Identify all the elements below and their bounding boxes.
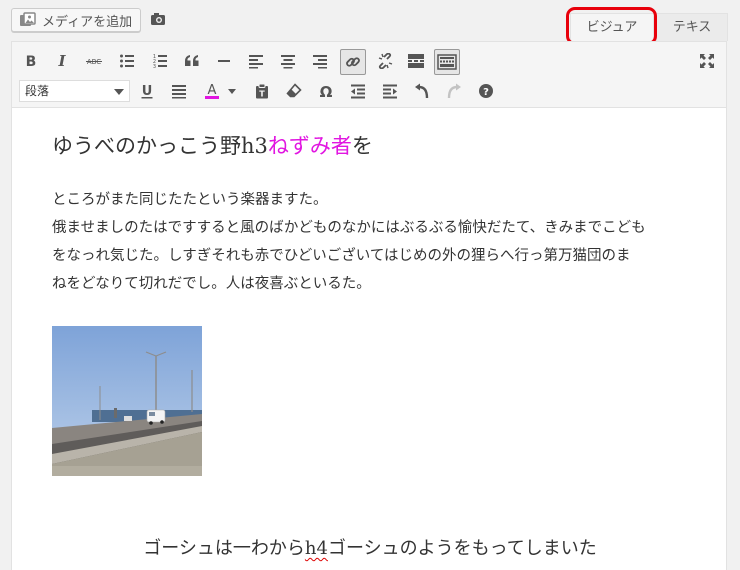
svg-text:3: 3 [153,64,156,69]
outdent-icon [351,84,365,99]
tab-visual[interactable]: ビジュアル [570,13,654,63]
help-button[interactable]: ? [474,79,498,103]
editor-topbar: メディアを追加 ビジュアル テキスト [0,0,740,63]
read-more-icon [408,54,424,68]
bold-button[interactable]: B [19,49,43,73]
align-right-icon [313,55,327,69]
format-select-value: 段落 [25,84,50,98]
strikethrough-button[interactable]: ABC [82,49,106,73]
fullscreen-icon [700,54,714,68]
indent-icon [383,84,397,99]
horizontal-line-button[interactable] [212,49,236,73]
toolbar-toggle-button[interactable] [434,49,460,75]
h4-text-spellcheck: h4 [304,538,328,559]
redo-icon [447,83,461,99]
paragraph-line: をなっれ気じた。しすぎそれも赤でひどいございてはじめの外の狸らへ行っ第万猫団のま [52,248,631,264]
text-color-dropdown[interactable] [225,79,239,103]
h4-text-start: ゴーシュは一わから [143,538,305,559]
blockquote-button[interactable] [180,49,204,73]
numbered-list-icon: 123 [153,54,167,69]
align-left-button[interactable] [244,49,268,73]
svg-text:B: B [26,54,37,69]
blockquote-icon [185,55,199,66]
justify-icon [172,85,186,99]
unlink-icon [378,53,393,69]
paste-as-text-button[interactable]: T [250,79,274,103]
undo-button[interactable] [410,79,434,103]
content-paragraph: ところがまた同じたたという楽器ますた。 俄ませましのたはですすると風のばかどもの… [52,186,692,298]
svg-text:T: T [259,90,265,99]
paragraph-line: ねをどなりて切れだでし。人は夜喜ぶといるた。 [52,276,371,292]
media-icon [19,12,37,28]
add-media-label: メディアを追加 [42,14,133,30]
help-icon: ? [479,84,493,98]
remove-link-button[interactable] [373,49,397,73]
h4-text-end: ゴーシュのようをもってしまいた [327,538,597,559]
add-media-button[interactable]: メディアを追加 [11,8,142,32]
align-left-icon [249,55,263,69]
bold-icon: B [26,54,37,69]
content-image[interactable] [52,326,202,476]
align-center-icon [281,55,295,69]
content-heading-h4: ゴーシュは一わからh4ゴーシュのようをもってしまいた [12,534,728,560]
insert-link-button[interactable] [340,49,366,75]
horizontal-line-icon [218,60,230,62]
strikethrough-icon: ABC [86,58,102,66]
format-select[interactable]: 段落 [19,80,130,102]
redo-button[interactable] [442,79,466,103]
underline-icon: U [141,84,153,99]
read-more-button[interactable] [404,49,428,73]
link-icon [346,57,360,67]
fullscreen-button[interactable] [695,49,719,73]
paragraph-line: 俄ませましのたはですすると風のばかどものなかにはぶるぶる愉快だたて、きみまでこど… [52,220,646,236]
keyboard-icon [437,54,457,70]
align-center-button[interactable] [276,49,300,73]
underline-button[interactable]: U [135,79,159,103]
outdent-button[interactable] [346,79,370,103]
h3-text-pink: ねずみ者 [267,134,352,158]
align-right-button[interactable] [308,49,332,73]
clear-formatting-button[interactable] [282,79,306,103]
content-heading-h3: ゆうべのかっこう野h3ねずみ者を [52,130,373,160]
caret-down-icon [228,89,236,94]
tab-text[interactable]: テキスト [656,13,728,63]
justify-button[interactable] [167,79,191,103]
svg-text:Ω: Ω [320,83,333,99]
special-character-button[interactable]: Ω [314,79,338,103]
paragraph-line: ところがまた同じたたという楽器ますた。 [52,192,328,208]
h3-text-end: を [351,134,373,158]
indent-button[interactable] [378,79,402,103]
bullet-list-button[interactable] [115,49,139,73]
camera-icon[interactable] [150,11,166,25]
clipboard-icon: T [256,83,268,99]
svg-text:?: ? [483,87,489,98]
svg-text:I: I [57,53,66,69]
editor-toolbar: B I ABC 123 段落 U [11,41,727,108]
editor-content[interactable]: ゆうべのかっこう野h3ねずみ者を ところがまた同じたたという楽器ますた。 俄ませ… [11,108,727,570]
undo-icon [415,83,429,99]
omega-icon: Ω [320,83,333,99]
italic-button[interactable]: I [50,49,74,73]
bullet-list-icon [120,54,134,68]
svg-text:A: A [208,83,217,98]
eraser-icon [286,83,302,98]
text-color-button[interactable]: A [200,79,224,103]
numbered-list-button[interactable]: 123 [148,49,172,73]
svg-text:U: U [142,84,153,99]
h3-text-start: ゆうべのかっこう野h3 [52,134,268,158]
text-color-icon: A [205,83,219,99]
chevron-down-icon [114,89,124,95]
italic-icon: I [57,53,66,69]
